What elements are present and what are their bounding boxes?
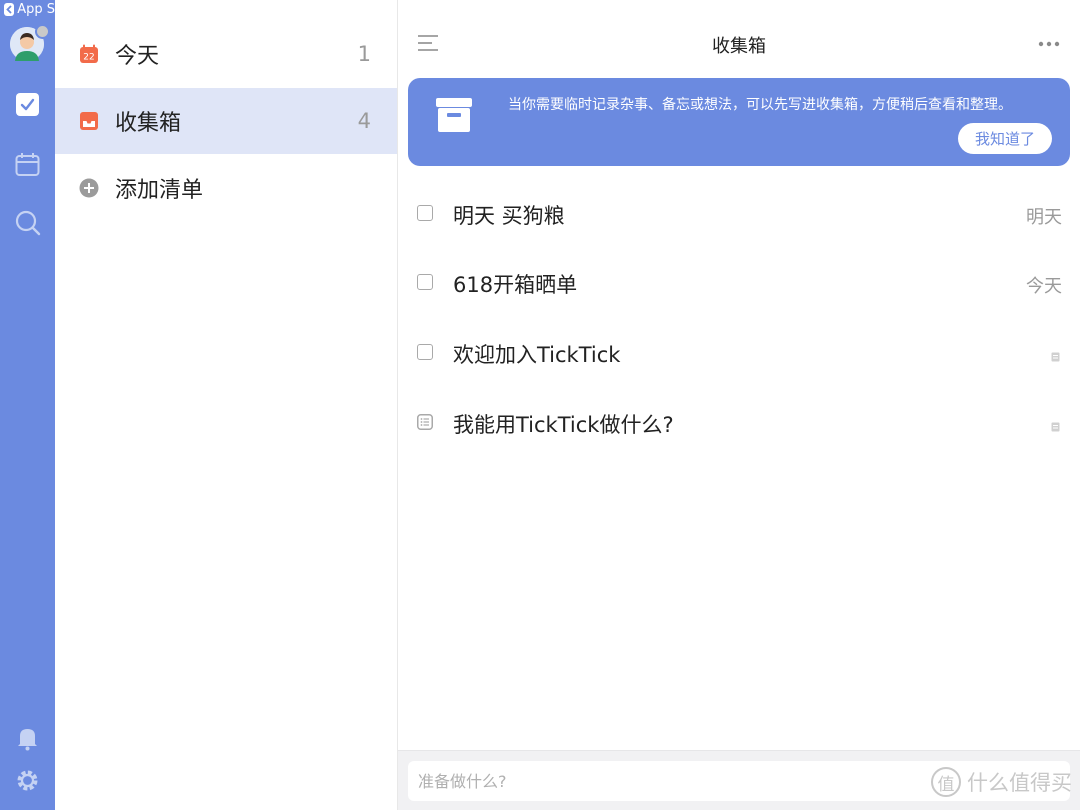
chevron-left-icon [4,3,15,16]
sidebar-item-label: 收集箱 [115,111,182,136]
calendar-icon[interactable] [14,151,41,178]
page-title: 收集箱 [712,36,766,57]
banner-message: 当你需要临时记录杂事、备忘或想法，可以先写进收集箱，方便稍后查看和整理。 [508,97,1012,113]
task-checkbox[interactable] [417,344,433,360]
quick-add-bar: 值 什么值得买 [398,750,1080,810]
sidebar-item-count: 4 [357,109,371,133]
note-task-icon[interactable] [417,414,433,430]
sidebar-item-label: 今天 [115,44,160,69]
gear-icon[interactable] [14,767,41,794]
task-list-panel: 收集箱 当你需要临时记录杂事、备忘或想法，可以先写进收集箱，方便稍后查看和整理。… [398,0,1080,810]
nav-rail: App S [0,0,55,810]
task-checkbox[interactable] [417,205,433,221]
task-row[interactable]: 618开箱晒单 今天 [398,251,1080,311]
search-icon[interactable] [14,209,41,236]
note-indicator-icon [1051,417,1060,432]
archive-box-icon [435,96,473,134]
list-sidebar: 22 今天 1 收集箱 4 添加清单 [55,0,398,810]
crown-badge-icon [35,24,50,39]
watermark-text: 什么值得买 [967,771,1072,795]
sidebar-item-label: 添加清单 [115,178,204,203]
note-indicator-icon [1051,347,1060,362]
bell-icon[interactable] [14,724,41,751]
inbox-icon [79,111,99,131]
task-title: 我能用TickTick做什么? [453,413,674,437]
add-circle-icon [79,178,99,198]
add-list-button[interactable]: 添加清单 [55,155,397,221]
avatar[interactable] [10,24,50,61]
sidebar-item-today[interactable]: 22 今天 1 [55,21,397,87]
calendar-day-number: 22 [83,53,94,63]
task-row[interactable]: 我能用TickTick做什么? [398,391,1080,451]
task-title: 欢迎加入TickTick [453,343,621,367]
watermark-seal: 值 [931,767,961,797]
checkbox-icon[interactable] [14,91,41,118]
inbox-tip-banner: 当你需要临时记录杂事、备忘或想法，可以先写进收集箱，方便稍后查看和整理。 我知道… [408,78,1070,166]
back-link-label: App S [17,2,55,17]
task-row[interactable]: 明天 买狗粮 明天 [398,182,1080,242]
watermark: 值 什么值得买 [931,767,1072,797]
task-due-date: 今天 [1026,276,1062,297]
task-row[interactable]: 欢迎加入TickTick [398,321,1080,381]
sidebar-item-inbox[interactable]: 收集箱 4 [55,88,397,154]
task-due-date: 明天 [1026,207,1062,228]
task-title: 618开箱晒单 [453,273,578,297]
task-checkbox[interactable] [417,274,433,290]
back-to-app-link[interactable]: App S [4,2,55,17]
task-title: 明天 买狗粮 [453,204,565,228]
dismiss-banner-button[interactable]: 我知道了 [958,123,1052,154]
calendar-22-icon: 22 [79,44,99,64]
sidebar-item-count: 1 [357,42,371,66]
more-options-icon[interactable] [1038,36,1060,50]
